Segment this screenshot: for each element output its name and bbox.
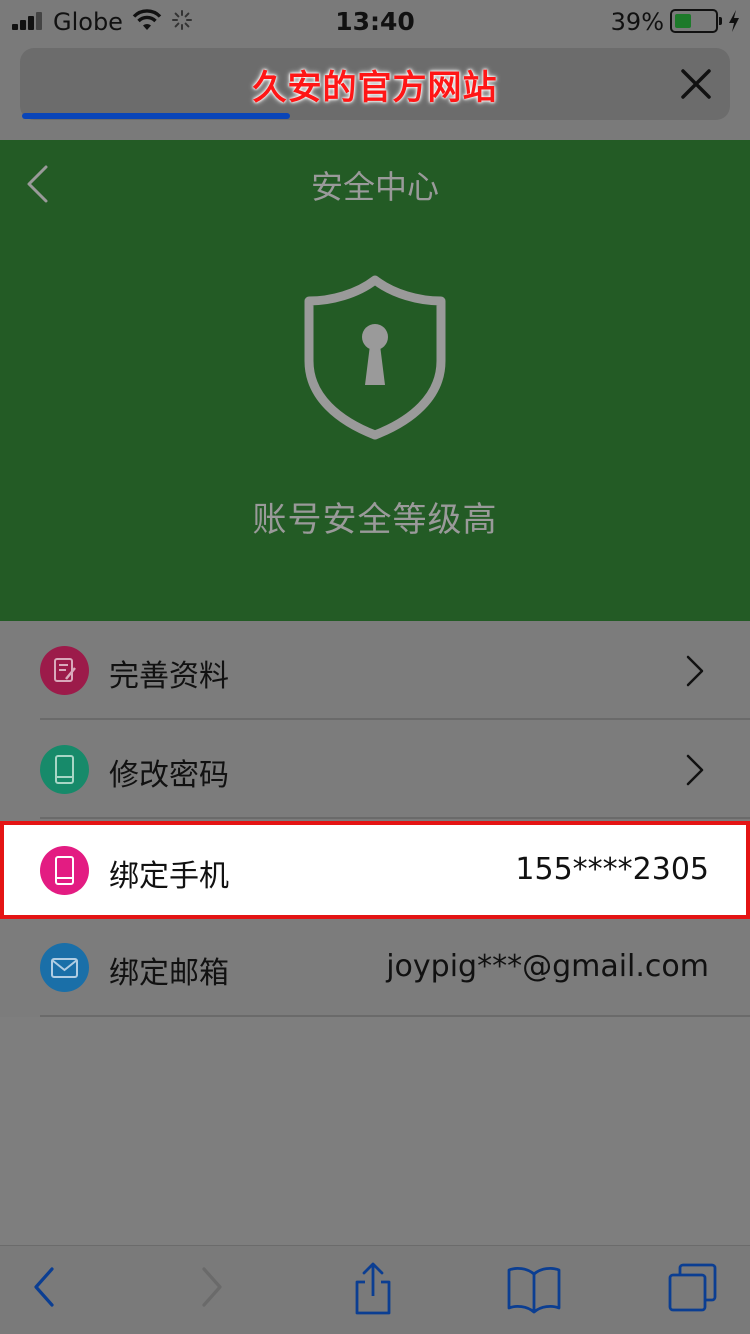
mail-icon	[40, 943, 89, 992]
address-bar[interactable]: 久安的官方网站	[20, 48, 730, 120]
back-icon[interactable]	[30, 1264, 58, 1310]
shield-lock-icon	[304, 275, 446, 440]
bookmarks-icon[interactable]	[505, 1264, 563, 1314]
list-item-label: 绑定手机	[109, 859, 229, 894]
edit-icon	[40, 646, 89, 695]
browser-toolbar	[0, 1245, 750, 1334]
phone-icon	[40, 745, 89, 794]
battery-icon	[670, 9, 722, 33]
forward-icon[interactable]	[198, 1264, 226, 1310]
share-icon[interactable]	[350, 1260, 396, 1316]
tabs-icon[interactable]	[667, 1262, 719, 1314]
list-item-change-password[interactable]: 修改密码	[0, 720, 750, 819]
list-item-bind-phone[interactable]: 绑定手机 155****2305	[0, 821, 750, 919]
list-item-profile[interactable]: 完善资料	[0, 621, 750, 720]
list-item-bind-email[interactable]: 绑定邮箱 joypig***@gmail.com	[0, 918, 750, 1017]
security-level-text: 账号安全等级高	[252, 500, 498, 540]
list-item-label: 绑定邮箱	[109, 956, 229, 991]
battery-percent: 39%	[610, 8, 664, 36]
list-item-label: 完善资料	[109, 659, 229, 694]
status-bar: Globe 13:40 39%	[0, 0, 750, 42]
charging-bolt-icon	[729, 10, 739, 32]
page-load-progress-bar	[22, 113, 290, 119]
page-site-title: 久安的官方网站	[252, 68, 498, 108]
page-title: 安全中心	[310, 168, 439, 206]
divider	[40, 817, 750, 819]
settings-list: 完善资料 修改密码 绑定手机 155****2305 绑定邮箱 joypig**…	[0, 621, 750, 1017]
security-header: 安全中心 账号安全等级高	[0, 140, 750, 621]
bound-email: joypig***@gmail.com	[386, 949, 709, 984]
list-item-label: 修改密码	[109, 758, 229, 793]
browser-address-area: 久安的官方网站	[0, 42, 750, 140]
phone-icon	[40, 846, 89, 895]
divider	[40, 1015, 750, 1017]
chevron-right-icon	[686, 655, 704, 687]
chevron-right-icon	[686, 754, 704, 786]
bound-phone-number: 155****2305	[515, 852, 709, 887]
close-icon[interactable]	[676, 64, 716, 104]
